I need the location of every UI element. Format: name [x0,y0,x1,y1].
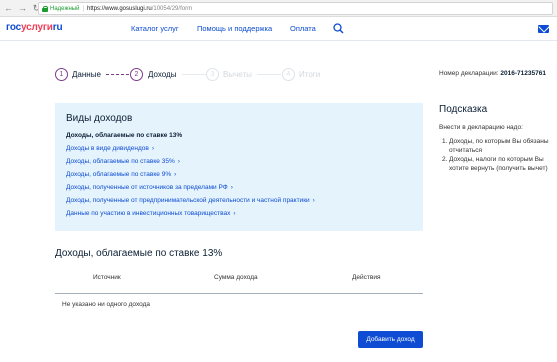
chevron-right-icon: › [151,145,155,152]
chevron-right-icon: › [177,158,180,165]
secure-label: Надежный [50,5,80,12]
chevron-right-icon: › [174,171,177,178]
income-type-link-investment[interactable]: Данные по участию в инвестиционных товар… [66,210,236,217]
mail-icon[interactable] [538,25,549,33]
link-label: Доходы в виде дивидендов [66,145,149,152]
income-type-link-dividends[interactable]: Доходы в виде дивидендов › [66,145,154,152]
hint-list: 1. Доходы, по которым Вы обязаны отчитать… [442,138,555,174]
step-connector-1 [106,74,129,75]
nav-catalog[interactable]: Каталог услуг [131,24,179,33]
nav-help[interactable]: Помощь и поддержка [197,24,272,33]
step-4-label: Итоги [299,70,321,79]
chevron-right-icon: › [233,210,236,217]
empty-table-message: Не указано ни одного дохода [62,301,151,308]
declaration-number: Номер декларации: 2016-71235761 [439,70,546,77]
progress-stepper: 1 Данные 2 Доходы 3 Вычеты 4 Итоги [55,68,355,82]
link-label: Данные по участию в инвестиционных товар… [66,210,231,217]
add-income-button[interactable]: Добавить доход [358,331,423,348]
address-bar[interactable]: Надежный | https://www.gosuslugi.ru/1005… [38,2,553,15]
step-3-label: Вычеты [223,70,252,79]
url-separator: | [82,5,84,12]
hint-item-text: Доходы, налоги по которым Вы хотите верн… [449,156,548,172]
step-1-label[interactable]: Данные [72,70,101,79]
column-header-amount: Сумма дохода [214,274,258,281]
link-label: Доходы, полученные от предпринимательско… [66,197,310,204]
nav-payment[interactable]: Оплата [290,24,316,33]
step-2-circle: 2 [130,68,143,81]
chevron-right-icon: › [312,197,315,204]
search-icon[interactable] [333,23,344,34]
url-path: /10054/29/form [151,5,193,12]
step-connector-2 [182,74,206,75]
income-type-link-business[interactable]: Доходы, полученные от предпринимательско… [66,197,315,204]
hint-intro: Внести в декларацию надо: [439,124,523,131]
income-types-title: Виды доходов [66,113,133,124]
income-type-current: Доходы, облагаемые по ставке 13% [66,132,183,139]
step-1-circle: 1 [55,68,68,81]
column-header-source: Источник [93,274,121,281]
step-4-circle: 4 [282,68,295,81]
back-arrow-icon[interactable]: ← [3,3,14,14]
step-2-label: Доходы [148,70,177,79]
gosuslugi-logo[interactable]: госуслугиru [6,22,63,33]
browser-toolbar: ← → ↻ Надежный | https://www.gosuslugi.r… [0,0,557,17]
hint-item: 1. Доходы, по которым Вы обязаны отчитать… [442,138,549,154]
lock-icon [42,5,48,12]
link-label: Доходы, облагаемые по ставке 9% [66,171,172,178]
url-host: https://www.gosuslugi.ru [87,5,152,12]
declaration-value: 2016-71235761 [500,70,546,77]
declaration-label: Номер декларации: [439,70,499,77]
hint-title: Подсказка [439,104,488,115]
logo-part-uslugi: услуги [20,22,53,33]
income-section-title: Доходы, облагаемые по ставке 13% [55,248,223,259]
income-type-link-foreign[interactable]: Доходы, полученные от источников за пред… [66,184,233,191]
step-3-circle: 3 [206,68,219,81]
step-connector-3 [257,74,281,75]
table-divider [55,293,423,294]
link-label: Доходы, полученные от источников за пред… [66,184,228,191]
hint-item: 2. Доходы, налоги по которым Вы хотите ве… [442,156,548,172]
chevron-right-icon: › [230,184,233,191]
site-header: госуслугиru Каталог услуг Помощь и подде… [0,17,557,41]
column-header-actions: Действия [352,274,381,281]
logo-part-ru: ru [52,22,63,33]
income-type-link-35[interactable]: Доходы, облагаемые по ставке 35% › [66,158,180,165]
forward-arrow-icon[interactable]: → [17,3,28,14]
income-type-link-9[interactable]: Доходы, облагаемые по ставке 9% › [66,171,176,178]
link-label: Доходы, облагаемые по ставке 35% [66,158,175,165]
hint-item-text: Доходы, по которым Вы обязаны отчитаться [449,138,549,154]
logo-part-gos: гос [6,22,21,33]
income-types-panel: Виды доходов Доходы, облагаемые по ставк… [55,103,423,231]
